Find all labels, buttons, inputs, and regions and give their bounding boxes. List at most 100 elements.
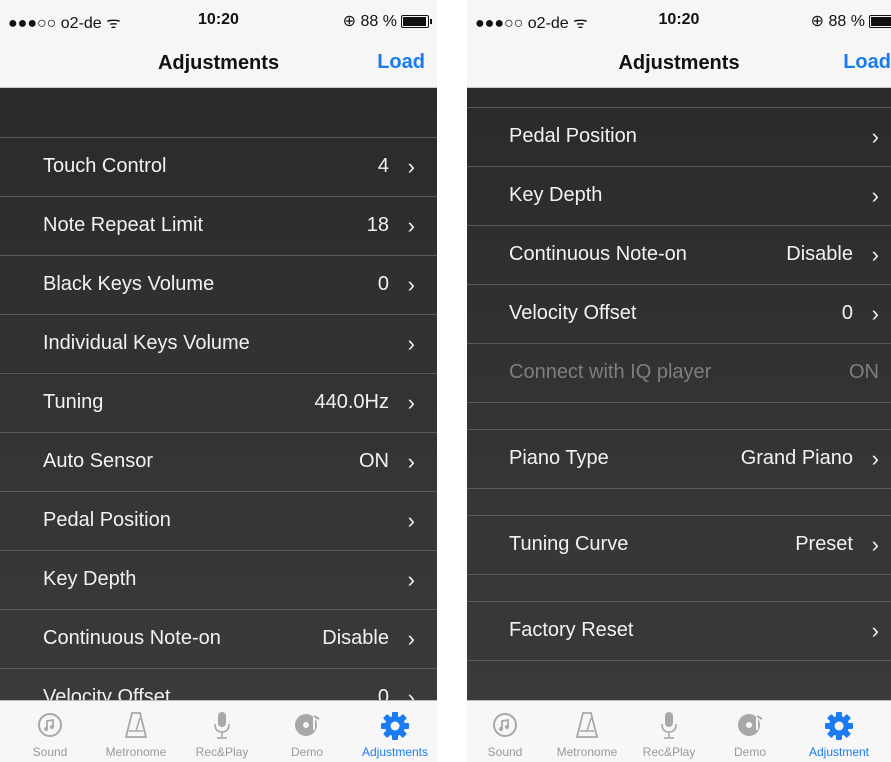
row-label: Pedal Position <box>43 509 171 531</box>
chevron-right-icon: › <box>407 390 415 415</box>
microphone-icon <box>214 712 230 739</box>
chevron-right-icon: › <box>871 242 879 267</box>
row-value: ON <box>849 361 879 383</box>
tab-label: Demo <box>290 745 323 759</box>
row-label: Velocity Offset <box>509 302 637 324</box>
row-label: Factory Reset <box>509 619 634 641</box>
row-continuous-note-on[interactable]: Continuous Note-on Disable › <box>467 225 891 283</box>
row-black-keys-volume[interactable]: Black Keys Volume 0 › <box>0 255 437 313</box>
chevron-right-icon: › <box>871 446 879 471</box>
battery-icon <box>401 14 432 28</box>
page-title: Adjustments <box>157 52 280 74</box>
chevron-right-icon: › <box>871 301 879 326</box>
row-pedal-position[interactable]: Pedal Position › <box>0 491 437 549</box>
row-value: 0 <box>377 686 389 700</box>
settings-list[interactable]: Pedal Position › Key Depth › Continuous … <box>467 89 891 700</box>
tab-label: Metronome <box>105 745 167 759</box>
row-label: Individual Keys Volume <box>43 332 250 354</box>
chevron-right-icon: › <box>407 567 415 592</box>
tab-demo[interactable]: Demo <box>710 701 790 762</box>
tab-label: Adjustments <box>361 745 429 759</box>
row-auto-sensor[interactable]: Auto Sensor ON › <box>0 432 437 490</box>
row-value: ON <box>359 450 389 472</box>
row-tuning[interactable]: Tuning 440.0Hz › <box>0 373 437 431</box>
tab-label: Sound <box>32 745 68 759</box>
row-label: Connect with IQ player <box>509 361 712 383</box>
tab-sound[interactable]: Sound <box>10 701 90 762</box>
row-label: Piano Type <box>509 447 609 469</box>
row-velocity-offset[interactable]: Velocity Offset 0 › <box>0 668 437 700</box>
row-label: Note Repeat Limit <box>43 214 204 236</box>
section-spacer <box>467 402 891 429</box>
row-label: Key Depth <box>43 568 137 590</box>
status-bar: ●●●○○ o2-de ᯤ 10:20 ⊕ 88 % <box>0 0 437 40</box>
row-value: Disable <box>322 627 389 649</box>
status-bar: ●●●○○ o2-de ᯤ 10:20 ⊕ 88 % <box>467 0 891 40</box>
row-value: 18 <box>366 214 389 236</box>
row-label: Pedal Position <box>509 125 637 147</box>
sound-icon <box>38 713 62 737</box>
row-label: Continuous Note-on <box>509 243 687 265</box>
row-label: Tuning <box>43 391 104 413</box>
gear-icon <box>825 712 853 740</box>
row-tuning-curve[interactable]: Tuning Curve Preset › <box>467 515 891 573</box>
row-value: 440.0Hz <box>314 391 390 413</box>
chevron-right-icon: › <box>407 154 415 179</box>
chevron-right-icon: › <box>871 124 879 149</box>
tab-metronome[interactable]: Metronome <box>96 701 176 762</box>
row-label: Tuning Curve <box>509 533 629 555</box>
chevron-right-icon: › <box>407 685 415 700</box>
row-value: 4 <box>377 155 389 177</box>
chevron-right-icon: › <box>407 508 415 533</box>
gear-icon <box>381 712 409 740</box>
row-value: Grand Piano <box>740 447 853 469</box>
tab-adjustments[interactable]: Adjustment <box>799 701 879 762</box>
row-value: Preset <box>795 533 853 555</box>
row-label: Velocity Offset <box>43 686 171 700</box>
row-value: 0 <box>377 273 389 295</box>
microphone-icon <box>661 712 677 739</box>
row-label: Black Keys Volume <box>43 273 215 295</box>
battery-indicator: ⊕ 88 % <box>811 11 891 31</box>
row-value: Disable <box>786 243 853 265</box>
row-pedal-position[interactable]: Pedal Position › <box>467 107 891 165</box>
metronome-icon <box>575 712 599 738</box>
load-button[interactable]: Load <box>377 51 425 74</box>
row-individual-keys-volume[interactable]: Individual Keys Volume › <box>0 314 437 372</box>
load-button[interactable]: Load <box>843 51 891 74</box>
row-value: 0 <box>841 302 853 324</box>
tab-adjustments[interactable]: Adjustments <box>355 701 435 762</box>
row-label: Continuous Note-on <box>43 627 221 649</box>
row-key-depth[interactable]: Key Depth › <box>467 166 891 224</box>
battery-indicator: ⊕ 88 % <box>342 11 432 31</box>
chevron-right-icon: › <box>407 331 415 356</box>
row-touch-control[interactable]: Touch Control 4 › <box>0 137 437 195</box>
battery-percent: ⊕ 88 % <box>342 13 397 30</box>
tab-metronome[interactable]: Metronome <box>547 701 627 762</box>
navigation-bar: Adjustments Load <box>0 40 437 88</box>
chevron-right-icon: › <box>407 626 415 651</box>
row-factory-reset[interactable]: Factory Reset › <box>467 601 891 659</box>
row-continuous-note-on[interactable]: Continuous Note-on Disable › <box>0 609 437 667</box>
tab-label: Adjustment <box>808 745 870 759</box>
tab-sound[interactable]: Sound <box>467 701 545 762</box>
settings-list[interactable]: Touch Control 4 › Note Repeat Limit 18 ›… <box>0 89 437 700</box>
battery-percent: ⊕ 88 % <box>810 13 865 30</box>
row-piano-type[interactable]: Piano Type Grand Piano › <box>467 429 891 487</box>
row-velocity-offset[interactable]: Velocity Offset 0 › <box>467 284 891 342</box>
tab-rec-play[interactable]: Rec&Play <box>629 701 709 762</box>
sound-icon <box>493 713 517 737</box>
demo-disc-icon <box>295 714 320 736</box>
tab-rec-play[interactable]: Rec&Play <box>182 701 262 762</box>
right-phone-screen: ●●●○○ o2-de ᯤ 10:20 ⊕ 88 % Adjustments L… <box>467 0 891 762</box>
row-key-depth[interactable]: Key Depth › <box>0 550 437 608</box>
tab-demo[interactable]: Demo <box>267 701 347 762</box>
row-label: Auto Sensor <box>43 450 154 472</box>
tab-bar: Sound Metronome Rec&Play <box>0 700 437 762</box>
chevron-right-icon: › <box>871 618 879 643</box>
chevron-right-icon: › <box>407 213 415 238</box>
section-spacer <box>467 574 891 601</box>
row-note-repeat-limit[interactable]: Note Repeat Limit 18 › <box>0 196 437 254</box>
tab-bar: Sound Metronome Rec&Play <box>467 700 891 762</box>
tab-label: Demo <box>733 745 766 759</box>
